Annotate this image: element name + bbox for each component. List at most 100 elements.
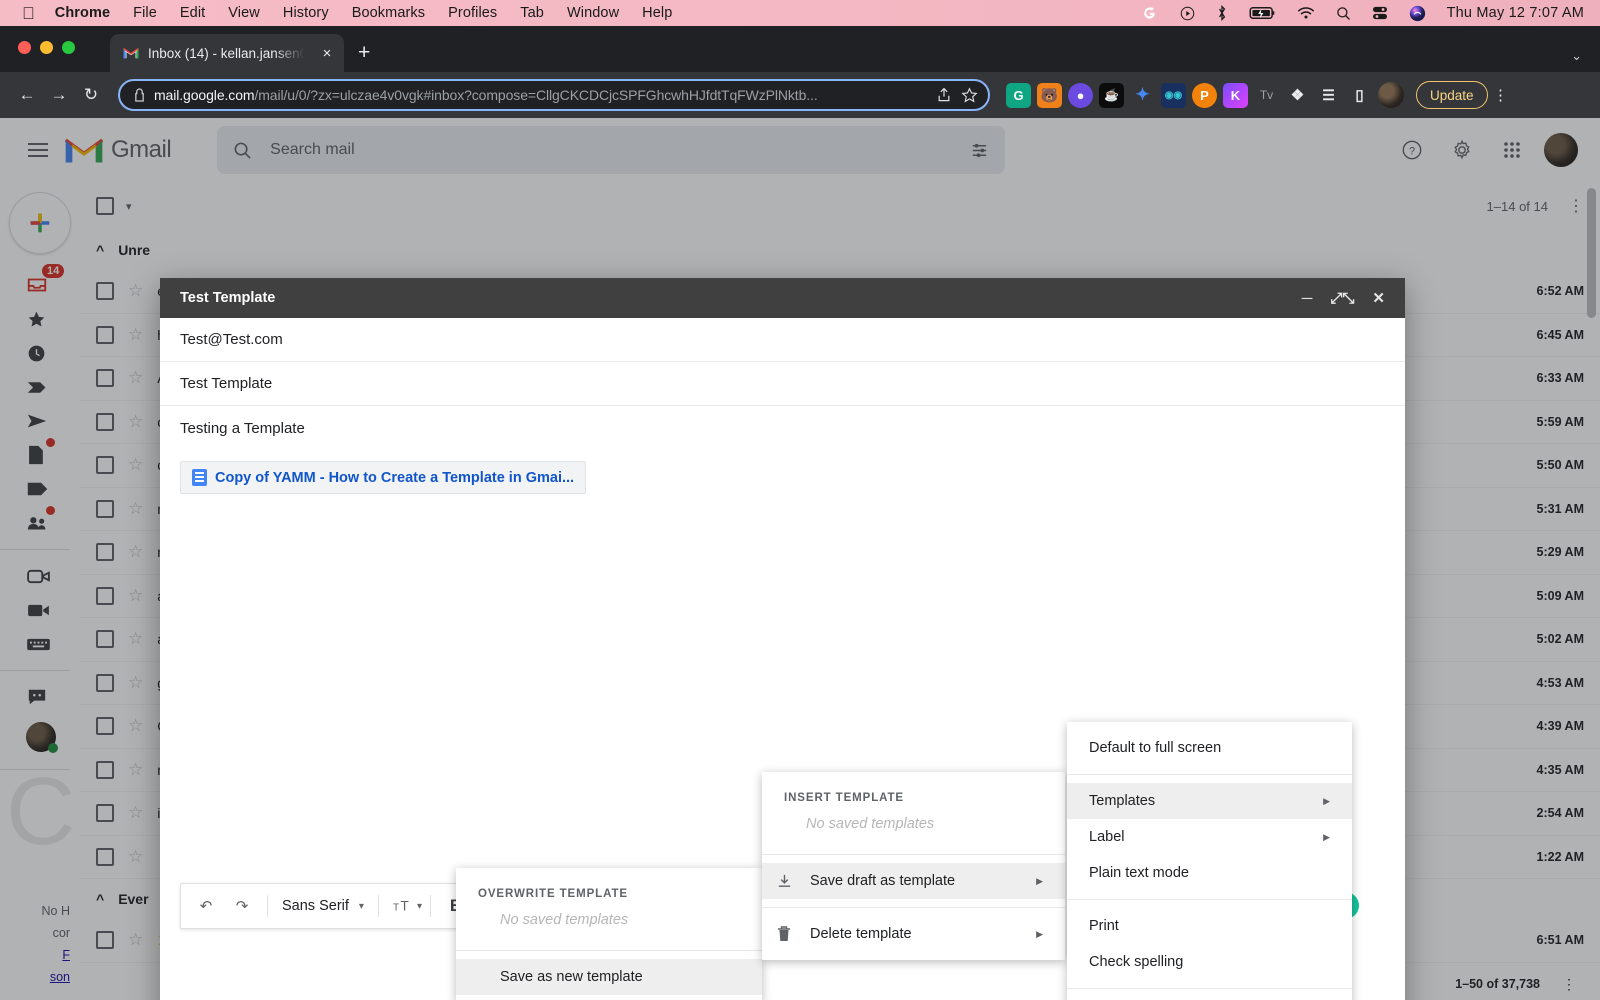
bluetooth-icon[interactable] bbox=[1216, 5, 1228, 21]
tab-title: Inbox (14) - kellan.jansen01@g bbox=[148, 45, 308, 61]
font-family-value: Sans Serif bbox=[282, 898, 349, 914]
grammarly-extension-icon[interactable]: G bbox=[1006, 82, 1031, 108]
maximize-window-button[interactable] bbox=[62, 41, 75, 54]
text-size-caret-icon[interactable]: ▾ bbox=[417, 901, 422, 912]
menu-item-print[interactable]: Print bbox=[1067, 908, 1352, 944]
delete-template-label: Delete template bbox=[810, 926, 912, 942]
bird-extension-icon[interactable]: ✦ bbox=[1130, 83, 1155, 108]
menu-bookmarks[interactable]: Bookmarks bbox=[352, 5, 425, 21]
back-button[interactable]: ← bbox=[12, 80, 42, 110]
font-family-selector[interactable]: Sans Serif ▾ bbox=[276, 898, 370, 914]
menu-item-label: Plain text mode bbox=[1089, 865, 1189, 881]
bookmark-star-icon[interactable] bbox=[961, 86, 978, 104]
submenu-arrow-icon: ▶ bbox=[1323, 795, 1330, 806]
chrome-menu-button[interactable]: ⋮ bbox=[1490, 88, 1512, 103]
menu-item-templates[interactable]: Templates ▶ bbox=[1067, 783, 1352, 819]
svg-text:T: T bbox=[400, 899, 409, 914]
menu-profiles[interactable]: Profiles bbox=[448, 5, 497, 21]
extensions-area: G 🐻 ● ☕ ✦ ◉◉ P K Tv ❖ ☰ ▯ bbox=[1006, 82, 1404, 108]
update-button[interactable]: Update bbox=[1416, 81, 1488, 109]
save-download-icon bbox=[776, 873, 810, 890]
menu-view[interactable]: View bbox=[228, 5, 260, 21]
menu-edit[interactable]: Edit bbox=[180, 5, 205, 21]
forward-button[interactable]: → bbox=[44, 80, 74, 110]
insert-template-empty: No saved templates bbox=[806, 816, 935, 832]
close-window-button[interactable] bbox=[18, 41, 31, 54]
menu-item-check-spelling[interactable]: Check spelling bbox=[1067, 944, 1352, 980]
play-circle-icon[interactable] bbox=[1180, 6, 1195, 21]
submenu-arrow-icon-2: ▶ bbox=[1036, 928, 1043, 939]
close-icon[interactable]: ✕ bbox=[1372, 289, 1385, 307]
minimize-window-button[interactable] bbox=[40, 41, 53, 54]
ghost-extension-icon[interactable]: ● bbox=[1068, 82, 1093, 108]
attachment-chip[interactable]: Copy of YAMM - How to Create a Template … bbox=[180, 461, 587, 494]
gmail-app: Gmail Search mail ? 14 C No H cor F son … bbox=[0, 118, 1600, 1000]
redo-icon[interactable]: ↷ bbox=[225, 889, 259, 923]
share-icon[interactable] bbox=[936, 87, 952, 103]
search-icon[interactable] bbox=[1336, 6, 1351, 21]
menu-history[interactable]: History bbox=[283, 5, 329, 21]
menu-divider bbox=[1067, 774, 1352, 775]
chevron-down-icon: ▾ bbox=[358, 900, 364, 912]
subject-field[interactable]: Test Template bbox=[160, 362, 1405, 406]
svg-text:T: T bbox=[393, 903, 399, 914]
save-as-new-template-item[interactable]: Save as new template bbox=[456, 959, 762, 995]
minimize-icon[interactable]: ─ bbox=[1302, 290, 1313, 307]
siri-icon[interactable] bbox=[1409, 5, 1426, 22]
tv-extension-icon[interactable]: Tv bbox=[1254, 83, 1279, 108]
new-tab-button[interactable]: + bbox=[358, 41, 370, 65]
browser-toolbar: ← → ↻ mail.google.com/mail/u/0/?zx=ulcza… bbox=[0, 72, 1600, 118]
menu-help[interactable]: Help bbox=[642, 5, 672, 21]
exit-full-screen-icon[interactable]: ⤢⤡ bbox=[1330, 290, 1354, 307]
compose-options-menu: Default to full screen Templates ▶ Label ▶ Pl… bbox=[1067, 722, 1352, 1000]
chrome-window: Inbox (14) - kellan.jansen01@g × + ⌄ ← →… bbox=[0, 26, 1600, 1000]
apple-icon[interactable]:  bbox=[22, 5, 35, 22]
delete-template-item[interactable]: Delete template ▶ bbox=[762, 916, 1065, 952]
menu-chrome[interactable]: Chrome bbox=[55, 5, 110, 21]
window-traffic-lights[interactable] bbox=[18, 41, 75, 54]
menu-item-label: Templates bbox=[1089, 793, 1156, 809]
wifi-icon[interactable] bbox=[1297, 6, 1315, 20]
menu-item-label[interactable]: Label ▶ bbox=[1067, 819, 1352, 855]
puzzle-extension-icon[interactable]: ❖ bbox=[1285, 83, 1310, 108]
menu-item-plain-text-mode[interactable]: Plain text mode bbox=[1067, 855, 1352, 891]
profile-avatar[interactable] bbox=[1378, 82, 1404, 108]
control-center-icon[interactable] bbox=[1372, 6, 1388, 20]
menu-file[interactable]: File bbox=[133, 5, 157, 21]
address-bar[interactable]: mail.google.com/mail/u/0/?zx=ulczae4v0vg… bbox=[118, 79, 990, 111]
fox-extension-icon[interactable]: 🐻 bbox=[1037, 82, 1062, 108]
text-size-icon[interactable]: TT bbox=[387, 889, 421, 923]
insert-template-header: INSERT TEMPLATE bbox=[784, 792, 904, 804]
body-text: Testing a Template bbox=[180, 420, 305, 437]
menu-item-label: Label bbox=[1089, 829, 1125, 845]
browser-tab[interactable]: Inbox (14) - kellan.jansen01@g × bbox=[110, 34, 344, 72]
compose-title-bar[interactable]: Test Template ─ ⤢⤡ ✕ bbox=[160, 278, 1405, 318]
menu-tab[interactable]: Tab bbox=[520, 5, 544, 21]
reload-button[interactable]: ↻ bbox=[76, 80, 106, 110]
macos-menu-bar:  Chrome File Edit View History Bookmark… bbox=[0, 0, 1600, 26]
reading-list-extension-icon[interactable]: ☰ bbox=[1316, 83, 1341, 108]
menu-item-default-to-full-screen[interactable]: Default to full screen bbox=[1067, 730, 1352, 766]
save-draft-as-template-item[interactable]: Save draft as template ▶ bbox=[762, 863, 1065, 899]
overwrite-template-menu: OVERWRITE TEMPLATE No saved templates Sa… bbox=[456, 868, 762, 1000]
k-extension-icon[interactable]: K bbox=[1223, 82, 1248, 108]
coffee-extension-icon[interactable]: ☕ bbox=[1099, 82, 1124, 108]
menu-window[interactable]: Window bbox=[567, 5, 619, 21]
undo-icon[interactable]: ↶ bbox=[189, 889, 223, 923]
pocket-extension-icon[interactable]: P bbox=[1192, 82, 1217, 108]
grammarly-icon[interactable] bbox=[1142, 5, 1159, 22]
templates-submenu: INSERT TEMPLATE No saved templates Save … bbox=[762, 772, 1065, 960]
side-panel-extension-icon[interactable]: ▯ bbox=[1347, 83, 1372, 108]
menu-bar-clock[interactable]: Thu May 12 7:07 AM bbox=[1447, 5, 1584, 21]
menu-item-label: Check spelling bbox=[1089, 954, 1184, 970]
recipient-field[interactable]: Test@Test.com bbox=[160, 318, 1405, 362]
tab-search-chevron-icon[interactable]: ⌄ bbox=[1571, 48, 1582, 64]
attachment-label: Copy of YAMM - How to Create a Template … bbox=[215, 469, 575, 486]
glasses-extension-icon[interactable]: ◉◉ bbox=[1161, 82, 1186, 108]
battery-charging-icon[interactable] bbox=[1249, 6, 1276, 20]
address-bar-url: mail.google.com/mail/u/0/?zx=ulczae4v0vg… bbox=[154, 87, 818, 103]
tab-close-button[interactable]: × bbox=[316, 45, 338, 62]
gmail-favicon bbox=[123, 47, 139, 59]
lock-icon bbox=[135, 88, 144, 102]
menu-divider bbox=[1067, 899, 1352, 900]
